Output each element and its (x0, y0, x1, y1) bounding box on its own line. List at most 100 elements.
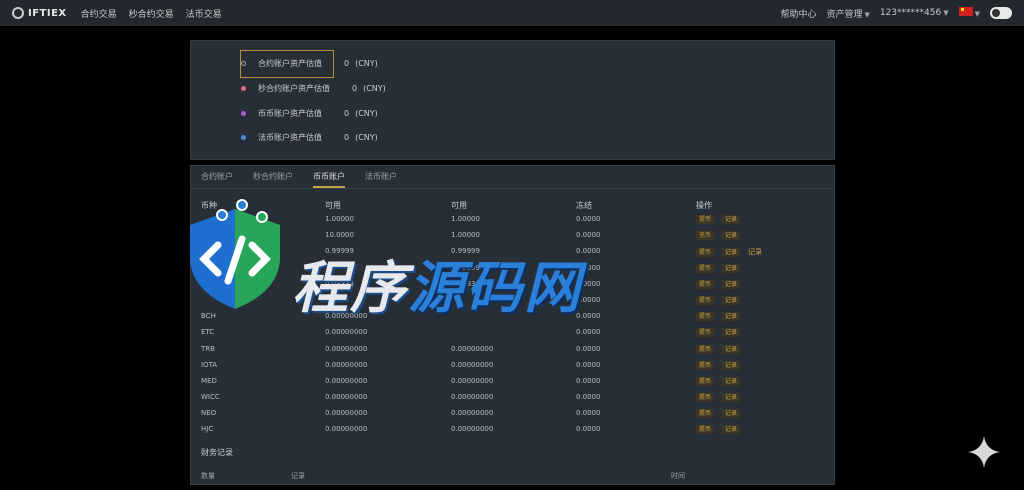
withdraw-button[interactable]: 提币 (696, 376, 715, 386)
coin-name: TRB (201, 344, 215, 353)
table-row: HJC 0.00000000 0.00000000 0.0000 提币 记录 (201, 422, 831, 438)
table-row: WICC 0.00000000 0.00000000 0.0000 提币 记录 (201, 390, 831, 406)
asset-management-menu[interactable]: 资产管理 ▼ (826, 7, 869, 20)
row-actions: 提币 记录 (696, 344, 748, 354)
table-row: 0.99999 0.0000 提币 记录 (201, 261, 831, 277)
header-frozen: 冻结 (576, 201, 592, 210)
nav-fiat-trading[interactable]: 法币交易 (186, 7, 222, 20)
nav-contract-trading[interactable]: 合约交易 (81, 7, 117, 20)
summary-row-coin[interactable]: 币币账户资产估值 0 (CNY) (241, 108, 378, 119)
nav-second-contract-trading[interactable]: 秒合约交易 (129, 7, 174, 20)
frozen-value: 0.0000 (576, 295, 601, 304)
theme-toggle[interactable] (990, 7, 1012, 19)
withdraw-button[interactable]: 提币 (696, 425, 715, 435)
frozen-value: 0.0000 (576, 263, 601, 272)
summary-unit: (CNY) (355, 109, 378, 118)
summary-row-contract[interactable]: 合约账户资产估值 0 (CNY) (241, 58, 378, 69)
frozen-value: 0.0000 (576, 279, 601, 288)
record-button[interactable]: 记录 (722, 328, 741, 338)
help-center-link[interactable]: 帮助中心 (780, 7, 816, 20)
summary-label: 合约账户资产估值 (258, 59, 322, 68)
available-value-2: 0.99999 (451, 263, 480, 272)
withdraw-button[interactable]: 提币 (696, 263, 715, 273)
frozen-value: 0.0000 (576, 247, 601, 256)
brand-logo[interactable]: IFTIEX (12, 7, 67, 19)
available-value: 1.00000 (325, 215, 354, 223)
withdraw-button[interactable]: 提币 (696, 295, 715, 305)
record-button[interactable]: 记录 (722, 312, 741, 322)
available-value-2: 0.03333 (451, 279, 480, 288)
coin-name: ETC (201, 328, 215, 337)
row-actions: 提币 记录 (696, 312, 748, 322)
tab-fiat-account[interactable]: 法币账户 (365, 171, 397, 188)
summary-row-second-contract[interactable]: 秒合约账户资产估值 0 (CNY) (241, 83, 386, 94)
user-menu[interactable]: 123******456 ▼ (880, 8, 949, 18)
withdraw-button[interactable]: 提币 (696, 360, 715, 370)
record-button[interactable]: 记录 (722, 248, 741, 258)
header-operations: 操作 (696, 201, 712, 210)
record-button[interactable]: 记录 (722, 295, 741, 305)
asset-table-body: 1.00000 1.00000 0.0000 提币 记录 10.0000 1.00… (201, 212, 831, 439)
deposit-button[interactable]: 充币 (696, 231, 715, 241)
logo-mark-icon (12, 7, 24, 19)
coin-name: BCH (201, 312, 216, 321)
row-actions: 提币 记录 (696, 215, 748, 224)
table-row: IOTA 0.00000000 0.00000000 0.0000 提币 记录 (201, 358, 831, 374)
available-value: 10.0000 (325, 231, 354, 240)
chevron-down-icon: ▼ (943, 9, 949, 17)
tab-second-contract-account[interactable]: 秒合约账户 (253, 171, 293, 188)
table-row: 0.03333 0.03333 0.0000 提币 记录 (201, 277, 831, 293)
header-available-2: 可用 (451, 201, 467, 210)
record-button[interactable]: 记录 (722, 425, 741, 435)
table-row: NEO 0.00000000 0.00000000 0.0000 提币 记录 (201, 406, 831, 422)
language-menu[interactable]: ▼ (958, 7, 980, 19)
withdraw-button[interactable]: 提币 (696, 344, 715, 354)
header-record: 记录 (291, 472, 305, 480)
record-button[interactable]: 记录 (722, 360, 741, 370)
bullet-icon (241, 111, 246, 116)
tab-contract-account[interactable]: 合约账户 (201, 171, 233, 188)
record-button[interactable]: 记录 (722, 409, 741, 419)
main-nav: 合约交易 秒合约交易 法币交易 (81, 7, 222, 20)
frozen-value: 0.0000 (576, 360, 601, 369)
available-value-2: 0.00000000 (451, 344, 494, 353)
summary-label: 币币账户资产估值 (258, 109, 322, 118)
summary-unit: (CNY) (355, 59, 378, 68)
record-link[interactable]: 记录 (748, 248, 762, 256)
asset-summary-panel: 合约账户资产估值 0 (CNY) 秒合约账户资产估值 0 (CNY) 币币账户资… (190, 40, 835, 160)
record-button[interactable]: 记录 (722, 279, 741, 289)
record-button[interactable]: 记录 (722, 231, 741, 241)
record-button[interactable]: 记录 (722, 215, 741, 224)
summary-row-fiat[interactable]: 法币账户资产估值 0 (CNY) (241, 132, 378, 143)
tab-coin-account[interactable]: 币币账户 (313, 171, 345, 188)
header-quantity: 数量 (201, 472, 215, 480)
withdraw-button[interactable]: 提币 (696, 312, 715, 322)
withdraw-button[interactable]: 提币 (696, 215, 715, 224)
available-value: 0.00000000 (325, 409, 368, 418)
frozen-value: 0.0000 (576, 312, 601, 321)
record-button[interactable]: 记录 (722, 263, 741, 273)
available-value-2: 0.00000000 (451, 393, 494, 402)
withdraw-button[interactable]: 提币 (696, 279, 715, 289)
frozen-value: 0.0000 (576, 328, 601, 337)
withdraw-button[interactable]: 提币 (696, 409, 715, 419)
bullet-icon (241, 86, 246, 91)
record-button[interactable]: 记录 (722, 344, 741, 354)
row-actions: 提币 记录 (696, 393, 748, 403)
withdraw-button[interactable]: 提币 (696, 328, 715, 338)
bullet-icon (241, 61, 246, 66)
withdraw-button[interactable]: 提币 (696, 393, 715, 403)
frozen-value: 0.0000 (576, 344, 601, 353)
table-row: 0.99999 0.99999 0.0000 提币 记录 记录 (201, 244, 831, 260)
summary-label: 法币账户资产估值 (258, 133, 322, 142)
record-button[interactable]: 记录 (722, 376, 741, 386)
withdraw-button[interactable]: 提币 (696, 248, 715, 258)
available-value-2: 0.00000000 (451, 409, 494, 418)
coin-name: WICC (201, 393, 220, 402)
row-actions: 提币 记录 (696, 409, 748, 419)
record-button[interactable]: 记录 (722, 393, 741, 403)
available-value: 0.00000000 (325, 425, 368, 434)
bullet-icon (241, 135, 246, 140)
frozen-value: 0.0000 (576, 231, 601, 240)
row-actions: 提币 记录 (696, 425, 748, 435)
